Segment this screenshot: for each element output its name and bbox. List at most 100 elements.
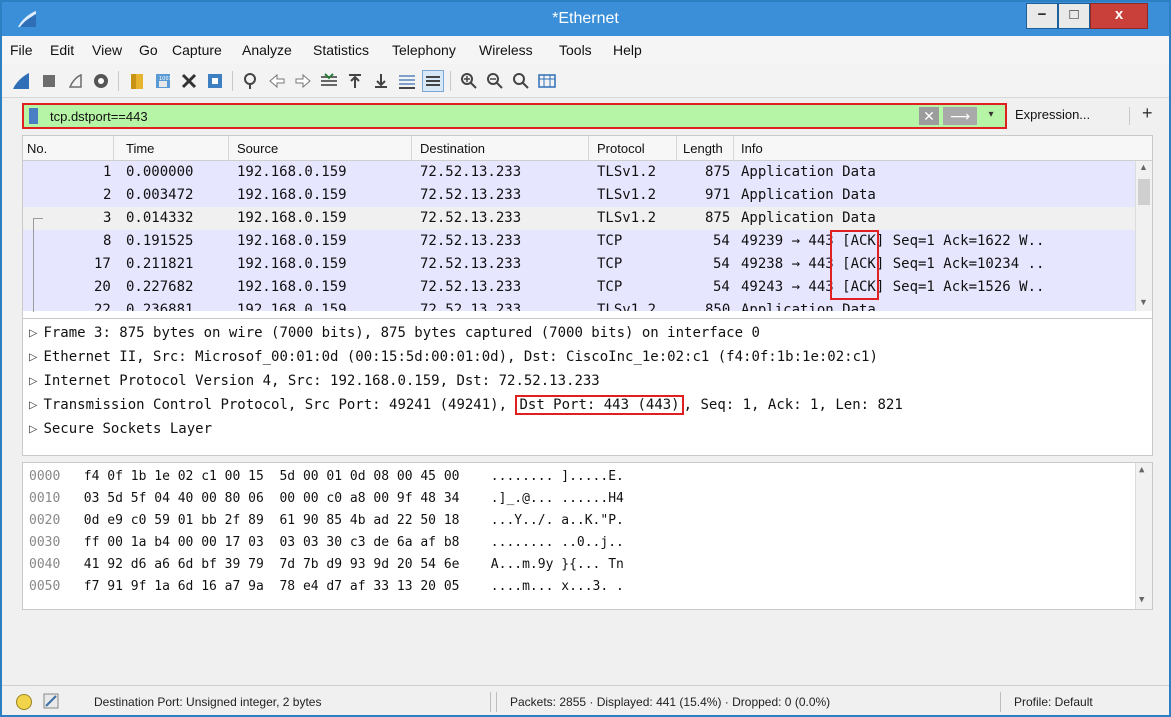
hex-row[interactable]: 0050 f7 91 9f 1a 6d 16 a7 9a 78 e4 d7 af… — [29, 579, 624, 599]
shark-fin-start-icon[interactable] — [10, 70, 32, 92]
minimize-button[interactable]: − — [1026, 3, 1058, 29]
resize-columns-icon[interactable] — [536, 70, 558, 92]
menu-analyze[interactable]: Analyze — [242, 42, 292, 58]
capture-options-icon[interactable] — [90, 70, 112, 92]
column-divider[interactable] — [228, 136, 229, 161]
zoom-out-icon[interactable] — [484, 70, 506, 92]
menu-help[interactable]: Help — [613, 42, 642, 58]
close-button[interactable]: x — [1090, 3, 1148, 29]
packet-destination: 72.52.13.233 — [420, 187, 522, 203]
detail-tcp[interactable]: ▷ Transmission Control Protocol, Src Port… — [29, 395, 903, 419]
expand-arrow-icon[interactable]: ▷ — [29, 349, 37, 365]
go-last-icon[interactable] — [370, 70, 392, 92]
toolbar-separator — [118, 71, 119, 91]
go-first-icon[interactable] — [344, 70, 366, 92]
packet-row[interactable]: 8 0.191525 192.168.0.159 72.52.13.233 TC… — [23, 230, 1135, 253]
go-forward-icon[interactable] — [292, 70, 314, 92]
menu-go[interactable]: Go — [139, 42, 158, 58]
packet-row-partial[interactable]: 22 0.236881 192.168.0.159 72.52.13.233 T… — [23, 299, 1135, 311]
save-file-icon[interactable]: 1001 — [152, 70, 174, 92]
column-header-length[interactable]: Length — [683, 141, 723, 156]
menu-edit[interactable]: Edit — [50, 42, 74, 58]
expand-arrow-icon[interactable]: ▷ — [29, 397, 37, 413]
capture-comment-icon[interactable] — [42, 692, 60, 710]
svg-text:1001: 1001 — [159, 76, 172, 82]
packet-row[interactable]: 2 0.003472 192.168.0.159 72.52.13.233 TL… — [23, 184, 1135, 207]
column-divider[interactable] — [588, 136, 589, 161]
close-file-icon[interactable] — [178, 70, 200, 92]
expand-arrow-icon[interactable]: ▷ — [29, 421, 37, 437]
packet-source: 192.168.0.159 — [237, 210, 347, 226]
reload-icon[interactable] — [204, 70, 226, 92]
scroll-down-icon[interactable]: ▼ — [1139, 297, 1148, 307]
filter-text[interactable]: tcp.dstport==443 — [50, 109, 148, 124]
detail-ethernet[interactable]: ▷ Ethernet II, Src: Microsof_00:01:0d (00… — [29, 349, 878, 371]
packet-row[interactable]: 1 0.000000 192.168.0.159 72.52.13.233 TL… — [23, 161, 1135, 184]
status-separator — [490, 692, 491, 712]
scroll-up-icon[interactable]: ▲ — [1139, 465, 1144, 475]
apply-filter-icon[interactable]: ⟶ — [943, 107, 977, 125]
menu-statistics[interactable]: Statistics — [313, 42, 369, 58]
bytes-pane-scrollbar[interactable]: ▲ ▼ — [1135, 463, 1152, 609]
zoom-in-icon[interactable] — [458, 70, 480, 92]
expand-arrow-icon[interactable]: ▷ — [29, 373, 37, 389]
bookmark-icon[interactable] — [29, 108, 38, 124]
expert-info-icon[interactable] — [16, 694, 32, 710]
menu-capture[interactable]: Capture — [172, 42, 222, 58]
hex-row[interactable]: 0010 03 5d 5f 04 40 00 80 06 00 00 c0 a8… — [29, 491, 624, 511]
add-filter-button[interactable]: + — [1142, 103, 1153, 124]
clear-filter-icon[interactable]: ✕ — [919, 107, 939, 125]
go-back-icon[interactable] — [266, 70, 288, 92]
column-divider[interactable] — [113, 136, 114, 161]
menu-file[interactable]: File — [10, 42, 33, 58]
column-header-info[interactable]: Info — [741, 141, 763, 156]
dst-port-highlight: Dst Port: 443 (443) — [515, 395, 684, 415]
find-packet-icon[interactable] — [240, 70, 262, 92]
menu-telephony[interactable]: Telephony — [392, 42, 456, 58]
filter-history-dropdown-icon[interactable]: ▾ — [984, 109, 998, 123]
scroll-up-icon[interactable]: ▲ — [1139, 162, 1148, 172]
menu-view[interactable]: View — [92, 42, 122, 58]
detail-frame[interactable]: ▷ Frame 3: 875 bytes on wire (7000 bits),… — [29, 325, 760, 347]
display-filter-input[interactable]: tcp.dstport==443 ✕ ⟶ ▾ — [22, 103, 1007, 129]
expand-arrow-icon[interactable]: ▷ — [29, 325, 37, 341]
restart-capture-icon[interactable] — [64, 70, 86, 92]
hex-row[interactable]: 0030 ff 00 1a b4 00 00 17 03 03 03 30 c3… — [29, 535, 624, 555]
status-profile[interactable]: Profile: Default — [1014, 695, 1093, 709]
packet-bytes-pane: 0000 f4 0f 1b 1e 02 c1 00 15 5d 00 01 0d… — [22, 462, 1153, 610]
packet-row-selected[interactable]: 3 0.014332 192.168.0.159 72.52.13.233 TL… — [23, 207, 1135, 230]
column-divider[interactable] — [676, 136, 677, 161]
column-header-no[interactable]: No. — [27, 141, 47, 156]
autoscroll-icon[interactable] — [396, 70, 418, 92]
packet-protocol: TCP — [597, 256, 623, 272]
scrollbar-thumb[interactable] — [1138, 179, 1150, 205]
hex-ascii: ........ ..0..j.. — [490, 535, 624, 550]
expression-button[interactable]: Expression... — [1015, 107, 1090, 122]
packet-source: 192.168.0.159 — [237, 233, 347, 249]
menu-tools[interactable]: Tools — [559, 42, 592, 58]
colorize-icon[interactable] — [422, 70, 444, 92]
packet-row[interactable]: 20 0.227682 192.168.0.159 72.52.13.233 T… — [23, 276, 1135, 299]
detail-ssl[interactable]: ▷ Secure Sockets Layer — [29, 421, 212, 443]
open-file-icon[interactable] — [126, 70, 148, 92]
status-packet-counts: Packets: 2855 · Displayed: 441 (15.4%) ·… — [510, 695, 831, 709]
column-divider[interactable] — [733, 136, 734, 161]
scroll-down-icon[interactable]: ▼ — [1139, 595, 1144, 605]
packet-list-scrollbar[interactable]: ▲ ▼ — [1135, 161, 1152, 311]
go-to-packet-icon[interactable] — [318, 70, 340, 92]
hex-row[interactable]: 0000 f4 0f 1b 1e 02 c1 00 15 5d 00 01 0d… — [29, 469, 624, 489]
detail-ipv4[interactable]: ▷ Internet Protocol Version 4, Src: 192.1… — [29, 373, 600, 395]
maximize-button[interactable]: □ — [1058, 3, 1090, 29]
column-divider[interactable] — [411, 136, 412, 161]
zoom-normal-icon[interactable] — [510, 70, 532, 92]
hex-row[interactable]: 0020 0d e9 c0 59 01 bb 2f 89 61 90 85 4b… — [29, 513, 624, 533]
packet-row[interactable]: 17 0.211821 192.168.0.159 72.52.13.233 T… — [23, 253, 1135, 276]
column-header-destination[interactable]: Destination — [420, 141, 485, 156]
stop-capture-icon[interactable] — [38, 70, 60, 92]
menu-wireless[interactable]: Wireless — [479, 42, 533, 58]
packet-info: 49239 → 443 [ACK] Seq=1 Ack=1622 W.. — [741, 233, 1045, 249]
column-header-source[interactable]: Source — [237, 141, 278, 156]
hex-row[interactable]: 0040 41 92 d6 a6 6d bf 39 79 7d 7b d9 93… — [29, 557, 624, 577]
column-header-protocol[interactable]: Protocol — [597, 141, 645, 156]
column-header-time[interactable]: Time — [126, 141, 154, 156]
